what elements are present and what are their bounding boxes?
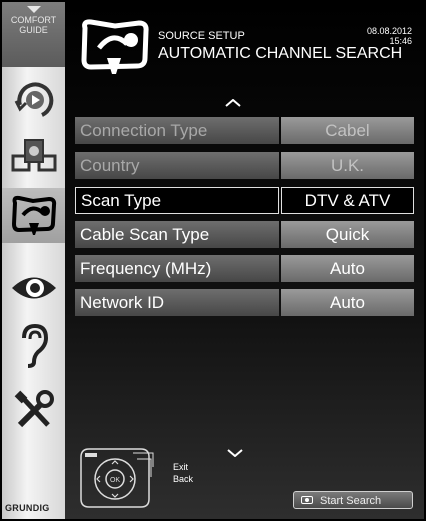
sidebar-item-source-setup[interactable] bbox=[4, 190, 64, 240]
source-setup-icon bbox=[11, 195, 57, 235]
sidebar-item-playback[interactable] bbox=[4, 74, 64, 124]
time-display: 15:46 bbox=[389, 36, 412, 46]
setting-value[interactable]: Quick bbox=[281, 221, 414, 248]
main-panel: SOURCE SETUP AUTOMATIC CHANNEL SEARCH 08… bbox=[65, 2, 424, 519]
setting-label: Network ID bbox=[75, 289, 279, 316]
brand-logo: GRUNDIG bbox=[5, 503, 50, 513]
setting-label: Cable Scan Type bbox=[75, 221, 279, 248]
sidebar-item-sound[interactable] bbox=[4, 320, 64, 370]
sound-ear-icon bbox=[22, 323, 49, 368]
exit-hint: Exit bbox=[173, 462, 189, 472]
start-search-button[interactable]: Start Search bbox=[293, 491, 413, 509]
setting-value[interactable]: DTV & ATV bbox=[281, 187, 414, 214]
comfort-guide-sidebar: COMFORT GUIDE GRUNDIG bbox=[2, 2, 68, 519]
setting-label: Scan Type bbox=[75, 187, 279, 214]
playback-icon bbox=[14, 82, 54, 117]
sidebar-item-source-devices[interactable] bbox=[4, 132, 64, 182]
setting-row-scan-type[interactable]: Scan Type DTV & ATV bbox=[75, 187, 414, 214]
page-subtitle: SOURCE SETUP bbox=[158, 30, 245, 42]
setting-value: U.K. bbox=[281, 152, 414, 179]
ok-label: OK bbox=[110, 477, 120, 484]
red-button-icon bbox=[301, 496, 313, 504]
setting-value[interactable]: Auto bbox=[281, 255, 414, 282]
back-hint: Back bbox=[173, 474, 194, 484]
setting-row-cable-scan-type[interactable]: Cable Scan Type Quick bbox=[75, 221, 414, 248]
tv-menu-screen: COMFORT GUIDE GRUNDIG SOURCE SETUP AUTOM… bbox=[0, 0, 426, 521]
start-search-label: Start Search bbox=[320, 495, 382, 507]
guide-label: GUIDE bbox=[19, 25, 48, 35]
scroll-down-icon[interactable] bbox=[227, 444, 243, 460]
setting-label: Frequency (MHz) bbox=[75, 255, 279, 282]
setting-value[interactable]: Auto bbox=[281, 289, 414, 316]
tools-icon bbox=[14, 390, 54, 428]
up-arrow-icon bbox=[27, 6, 41, 13]
scroll-up-icon[interactable] bbox=[225, 94, 241, 110]
setting-label: Connection Type bbox=[75, 117, 279, 144]
page-title: AUTOMATIC CHANNEL SEARCH bbox=[158, 45, 403, 62]
sidebar-item-picture[interactable] bbox=[4, 263, 64, 313]
source-setup-icon bbox=[81, 19, 149, 74]
comfort-label: COMFORT bbox=[10, 15, 57, 25]
remote-navigation-icon: OK bbox=[80, 448, 154, 508]
setting-row-connection-type: Connection Type Cabel bbox=[75, 117, 414, 144]
setting-row-network-id[interactable]: Network ID Auto bbox=[75, 289, 414, 316]
picture-eye-icon bbox=[12, 277, 56, 299]
setting-row-frequency[interactable]: Frequency (MHz) Auto bbox=[75, 255, 414, 282]
date-display: 08.08.2012 bbox=[366, 26, 412, 36]
setting-value: Cabel bbox=[281, 117, 414, 144]
setting-row-country: Country U.K. bbox=[75, 152, 414, 179]
comfort-guide-button[interactable]: COMFORT GUIDE bbox=[2, 2, 65, 67]
setting-label: Country bbox=[75, 152, 279, 179]
sidebar-item-tools[interactable] bbox=[4, 386, 64, 436]
source-devices-icon bbox=[11, 139, 57, 172]
